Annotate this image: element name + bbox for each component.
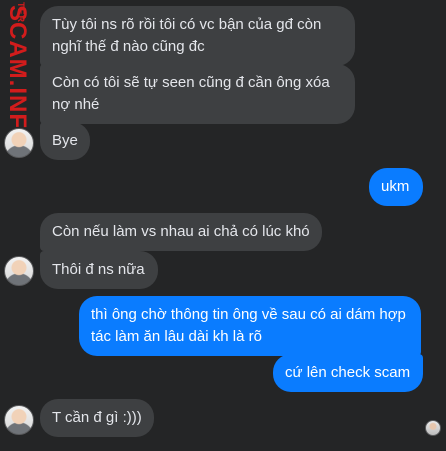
message-incoming[interactable]: Còn có tôi sẽ tự seen cũng đ cần ông xóa…: [40, 64, 355, 124]
contact-avatar[interactable]: [4, 405, 34, 435]
message-text: Còn nếu làm vs nhau ai chả có lúc khó: [52, 223, 310, 240]
message-text: Tùy tôi ns rõ rồi tôi có vc bận của gđ c…: [52, 16, 322, 55]
message-outgoing[interactable]: thì ông chờ thông tin ông về sau có ai d…: [79, 296, 421, 356]
message-outgoing[interactable]: cứ lên check scam: [273, 354, 423, 392]
message-text: Còn có tôi sẽ tự seen cũng đ cần ông xóa…: [52, 74, 330, 113]
seen-avatar: [425, 420, 441, 436]
message-text: Thôi đ ns nữa: [52, 261, 145, 278]
message-incoming[interactable]: Còn nếu làm vs nhau ai chả có lúc khó: [40, 213, 322, 251]
message-incoming[interactable]: Tùy tôi ns rõ rồi tôi có vc bận của gđ c…: [40, 6, 355, 66]
contact-avatar[interactable]: [4, 128, 34, 158]
message-incoming[interactable]: T cần đ gì :))): [40, 399, 154, 437]
message-text: T cần đ gì :))): [52, 409, 142, 426]
watermark: SCAM.INFO TER: [0, 0, 30, 451]
message-text: Bye: [52, 132, 78, 149]
message-incoming[interactable]: Thôi đ ns nữa: [40, 251, 158, 289]
message-incoming[interactable]: Bye: [40, 122, 90, 160]
message-text: ukm: [381, 178, 410, 195]
watermark-tag: TER: [16, 2, 26, 23]
message-text: cứ lên check scam: [285, 364, 411, 381]
contact-avatar[interactable]: [4, 256, 34, 286]
message-text: thì ông chờ thông tin ông về sau có ai d…: [91, 306, 406, 345]
message-outgoing[interactable]: ukm: [369, 168, 423, 206]
